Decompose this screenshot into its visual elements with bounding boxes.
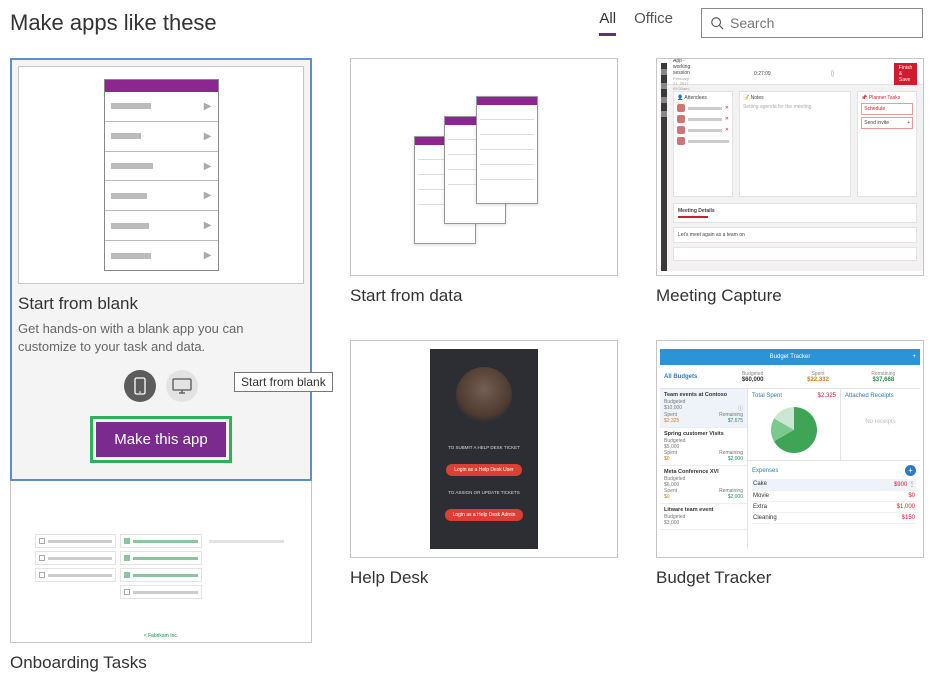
desktop-icon xyxy=(172,378,192,394)
template-card-helpdesk[interactable]: TO SUBMIT A HELP DESK TICKET Login as a … xyxy=(350,340,618,588)
preview-blank: ▶ ▶ ▶ ▶ ▶ ▶ xyxy=(18,66,304,284)
tooltip-blank: Start from blank xyxy=(234,372,333,392)
meeting-save-button: Finish & Save xyxy=(894,63,917,85)
layout-phone-button[interactable] xyxy=(124,370,156,402)
page-title: Make apps like these xyxy=(10,10,599,36)
card-title-blank: Start from blank xyxy=(18,294,304,314)
card-title-from-data: Start from data xyxy=(350,286,618,306)
preview-budget: Budget Tracker+ All Budgets Budgeted$60,… xyxy=(656,340,924,558)
preview-helpdesk: TO SUBMIT A HELP DESK TICKET Login as a … xyxy=(350,340,618,558)
search-box[interactable] xyxy=(701,8,923,38)
layout-tablet-button[interactable] xyxy=(166,370,198,402)
card-desc-blank: Get hands-on with a blank app you can cu… xyxy=(18,320,304,356)
template-card-blank[interactable]: ▶ ▶ ▶ ▶ ▶ ▶ Start from blank Get hands-o… xyxy=(10,58,312,481)
meeting-header-title: Publish a Sample App - working session xyxy=(673,58,694,76)
col-tasks-label: 📌 Planner Tasks xyxy=(861,95,913,101)
make-app-highlight: Make this app xyxy=(90,416,231,463)
card-title-onboarding: Onboarding Tasks xyxy=(10,653,312,673)
tabs: All Office xyxy=(599,10,673,36)
search-icon xyxy=(710,16,724,30)
card-title-meeting: Meeting Capture xyxy=(656,286,924,306)
tab-all[interactable]: All xyxy=(599,10,616,36)
template-card-meeting[interactable]: Publish a Sample App - working session F… xyxy=(656,58,924,306)
preview-from-data xyxy=(350,58,618,276)
preview-meeting: Publish a Sample App - working session F… xyxy=(656,58,924,276)
helpdesk-user-button: Login as a Help Desk User xyxy=(446,464,521,476)
make-this-app-button[interactable]: Make this app xyxy=(96,422,225,457)
template-card-from-data[interactable]: Start from data xyxy=(350,58,618,306)
search-input[interactable] xyxy=(730,15,914,31)
onboarding-footer: < Fabrikam Inc. xyxy=(31,630,291,642)
meeting-timer: 0:27:09 xyxy=(754,71,771,77)
helpdesk-admin-button: Login as a Help Desk Admin xyxy=(445,509,524,521)
card-title-budget: Budget Tracker xyxy=(656,568,924,588)
plus-icon: + xyxy=(912,354,916,360)
template-card-budget[interactable]: Budget Tracker+ All Budgets Budgeted$60,… xyxy=(656,340,924,588)
col-attendees-label: 👤 Attendees xyxy=(677,95,729,101)
pie-chart-icon xyxy=(771,407,817,453)
col-notes-label: 📝 Notes xyxy=(743,95,847,101)
tab-office[interactable]: Office xyxy=(634,10,673,36)
add-expense-icon: + xyxy=(905,465,916,476)
phone-icon xyxy=(134,377,146,395)
card-title-helpdesk: Help Desk xyxy=(350,568,618,588)
